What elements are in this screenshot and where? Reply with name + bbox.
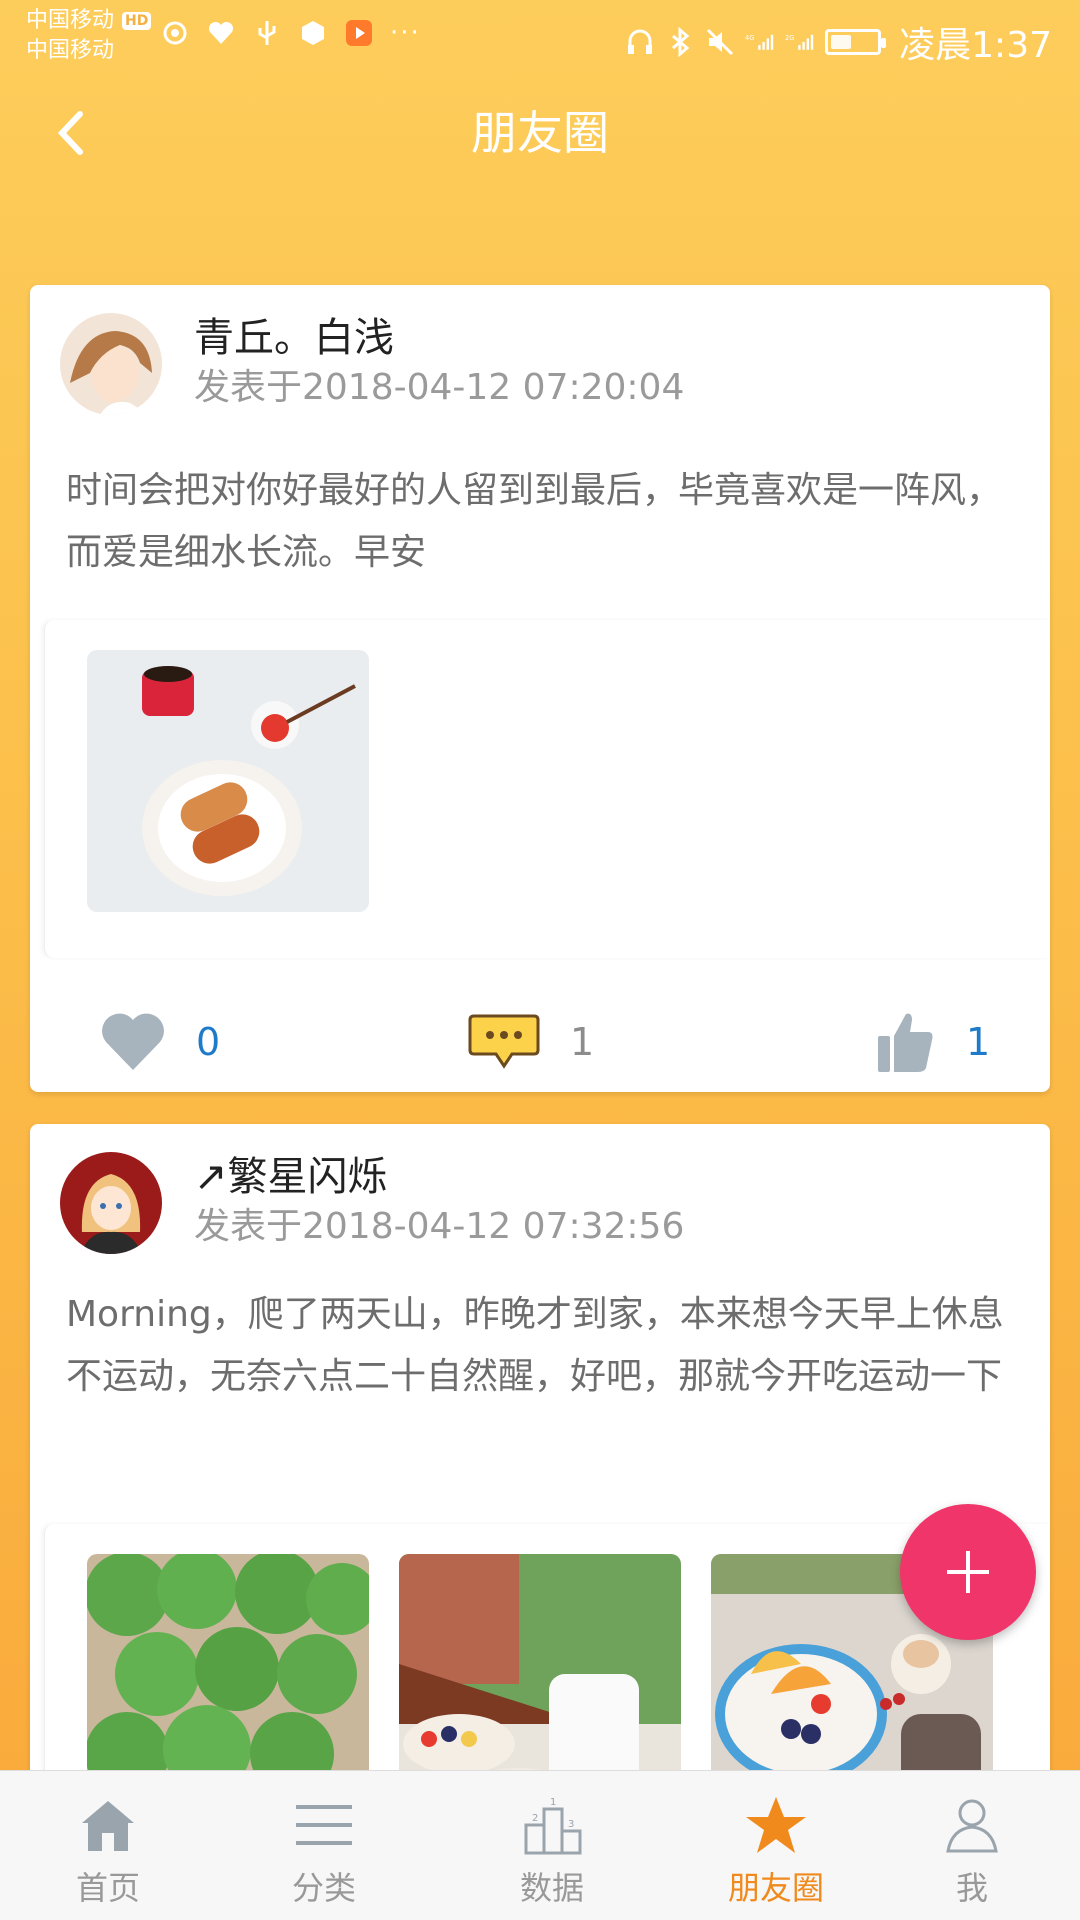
signal-2g-icon: 2G — [785, 27, 815, 57]
bottom-navigation: 首页 分类 2 1 3 数据 朋友圈 我 — [0, 1770, 1080, 1920]
thumbs-up-button[interactable]: 1 — [876, 992, 990, 1092]
battery-icon — [825, 29, 887, 55]
author-name[interactable]: ↗繁星闪烁 — [194, 1152, 388, 1202]
post-timestamp: 发表于2018-04-12 07:20:04 — [194, 367, 685, 408]
carrier-info: 中国移动 HD 中国移动 — [26, 6, 152, 66]
moments-feed[interactable]: 青丘。白浅 发表于2018-04-12 07:20:04 时间会把对你好最好的人… — [30, 285, 1050, 1836]
nav-label: 首页 — [75, 1869, 140, 1907]
status-bar: 中国移动 HD 中国移动 ··· 4G 2G 凌晨1:37 — [0, 0, 1080, 75]
post-card: ↗繁星闪烁 发表于2018-04-12 07:32:56 Morning，爬了两… — [30, 1124, 1050, 1804]
usb-icon — [252, 18, 282, 48]
svg-text:2: 2 — [532, 1813, 538, 1824]
nav-label: 分类 — [291, 1869, 356, 1907]
page-title: 朋友圈 — [471, 106, 609, 160]
post-text: 时间会把对你好最好的人留到到最后，毕竟喜欢是一阵风，而爱是细水长流。早安 — [66, 470, 1003, 573]
post-text: Morning，爬了两天山，昨晚才到家，本来想今天早上休息不运动，无奈六点二十自… — [66, 1294, 1004, 1397]
comment-bubble-icon — [468, 1014, 540, 1069]
post-actions: 0 1 1 — [30, 992, 1050, 1092]
nav-item-moments[interactable]: 朋友圈 — [696, 1771, 856, 1920]
thumbs-up-count: 1 — [966, 1020, 991, 1064]
author-name[interactable]: 青丘。白浅 — [194, 313, 394, 363]
image-gallery — [44, 1524, 1050, 1804]
user-icon — [946, 1799, 998, 1853]
signal-4g-icon: 4G — [745, 27, 775, 57]
post-timestamp: 发表于2018-04-12 07:32:56 — [194, 1206, 685, 1247]
post-image[interactable] — [87, 650, 369, 912]
home-icon — [82, 1801, 134, 1851]
top-app-bar: 朋友圈 — [0, 75, 1080, 195]
nav-item-category[interactable]: 分类 — [244, 1771, 404, 1920]
battery-level — [831, 35, 852, 49]
heart-icon — [102, 1013, 164, 1070]
svg-text:2G: 2G — [785, 34, 794, 42]
app-root: 中国移动 HD 中国移动 ··· 4G 2G 凌晨1:37 朋友圈 青丘。白浅 … — [0, 0, 1080, 1920]
plus-icon — [947, 1551, 989, 1593]
post-image[interactable] — [399, 1554, 681, 1804]
nav-item-home[interactable]: 首页 — [28, 1771, 188, 1920]
svg-text:3: 3 — [568, 1819, 574, 1830]
post-card: 青丘。白浅 发表于2018-04-12 07:20:04 时间会把对你好最好的人… — [30, 285, 1050, 1092]
headphones-icon — [625, 27, 655, 57]
video-app-icon — [344, 18, 374, 48]
post-image[interactable] — [87, 1554, 369, 1804]
nav-label: 数据 — [519, 1869, 584, 1907]
podium-icon: 2 1 3 — [524, 1797, 582, 1855]
avatar[interactable] — [60, 313, 162, 415]
star-icon — [746, 1797, 806, 1853]
svg-text:4G: 4G — [745, 34, 754, 42]
favorite-count: 0 — [196, 1020, 221, 1064]
carrier-2: 中国移动 — [26, 38, 115, 63]
nav-item-me[interactable]: 我 — [892, 1771, 1052, 1920]
image-gallery — [44, 620, 1050, 958]
nav-label: 朋友圈 — [727, 1869, 824, 1907]
shield-app-icon — [298, 18, 328, 48]
avatar[interactable] — [60, 1152, 162, 1254]
notification-icons: ··· — [160, 18, 421, 48]
more-notifications: ··· — [390, 18, 421, 48]
hd-badge: HD — [122, 12, 152, 30]
thumbs-up-icon — [878, 1013, 933, 1072]
status-right: 4G 2G 凌晨1:37 — [625, 16, 1052, 68]
svg-text:1: 1 — [550, 1797, 556, 1808]
carrier-1: 中国移动 — [26, 8, 115, 33]
clock: 凌晨1:37 — [899, 25, 1052, 66]
menu-icon — [296, 1805, 352, 1845]
favorite-button[interactable]: 0 — [100, 992, 220, 1092]
nav-label: 我 — [955, 1869, 988, 1907]
weibo-icon — [160, 18, 190, 48]
nav-item-data[interactable]: 2 1 3 数据 — [472, 1771, 632, 1920]
health-heart-icon — [206, 18, 236, 48]
comment-button[interactable]: 1 — [468, 992, 594, 1092]
add-post-button[interactable] — [900, 1504, 1036, 1640]
mute-icon — [705, 27, 735, 57]
comment-count: 1 — [570, 1020, 595, 1064]
bluetooth-icon — [665, 27, 695, 57]
